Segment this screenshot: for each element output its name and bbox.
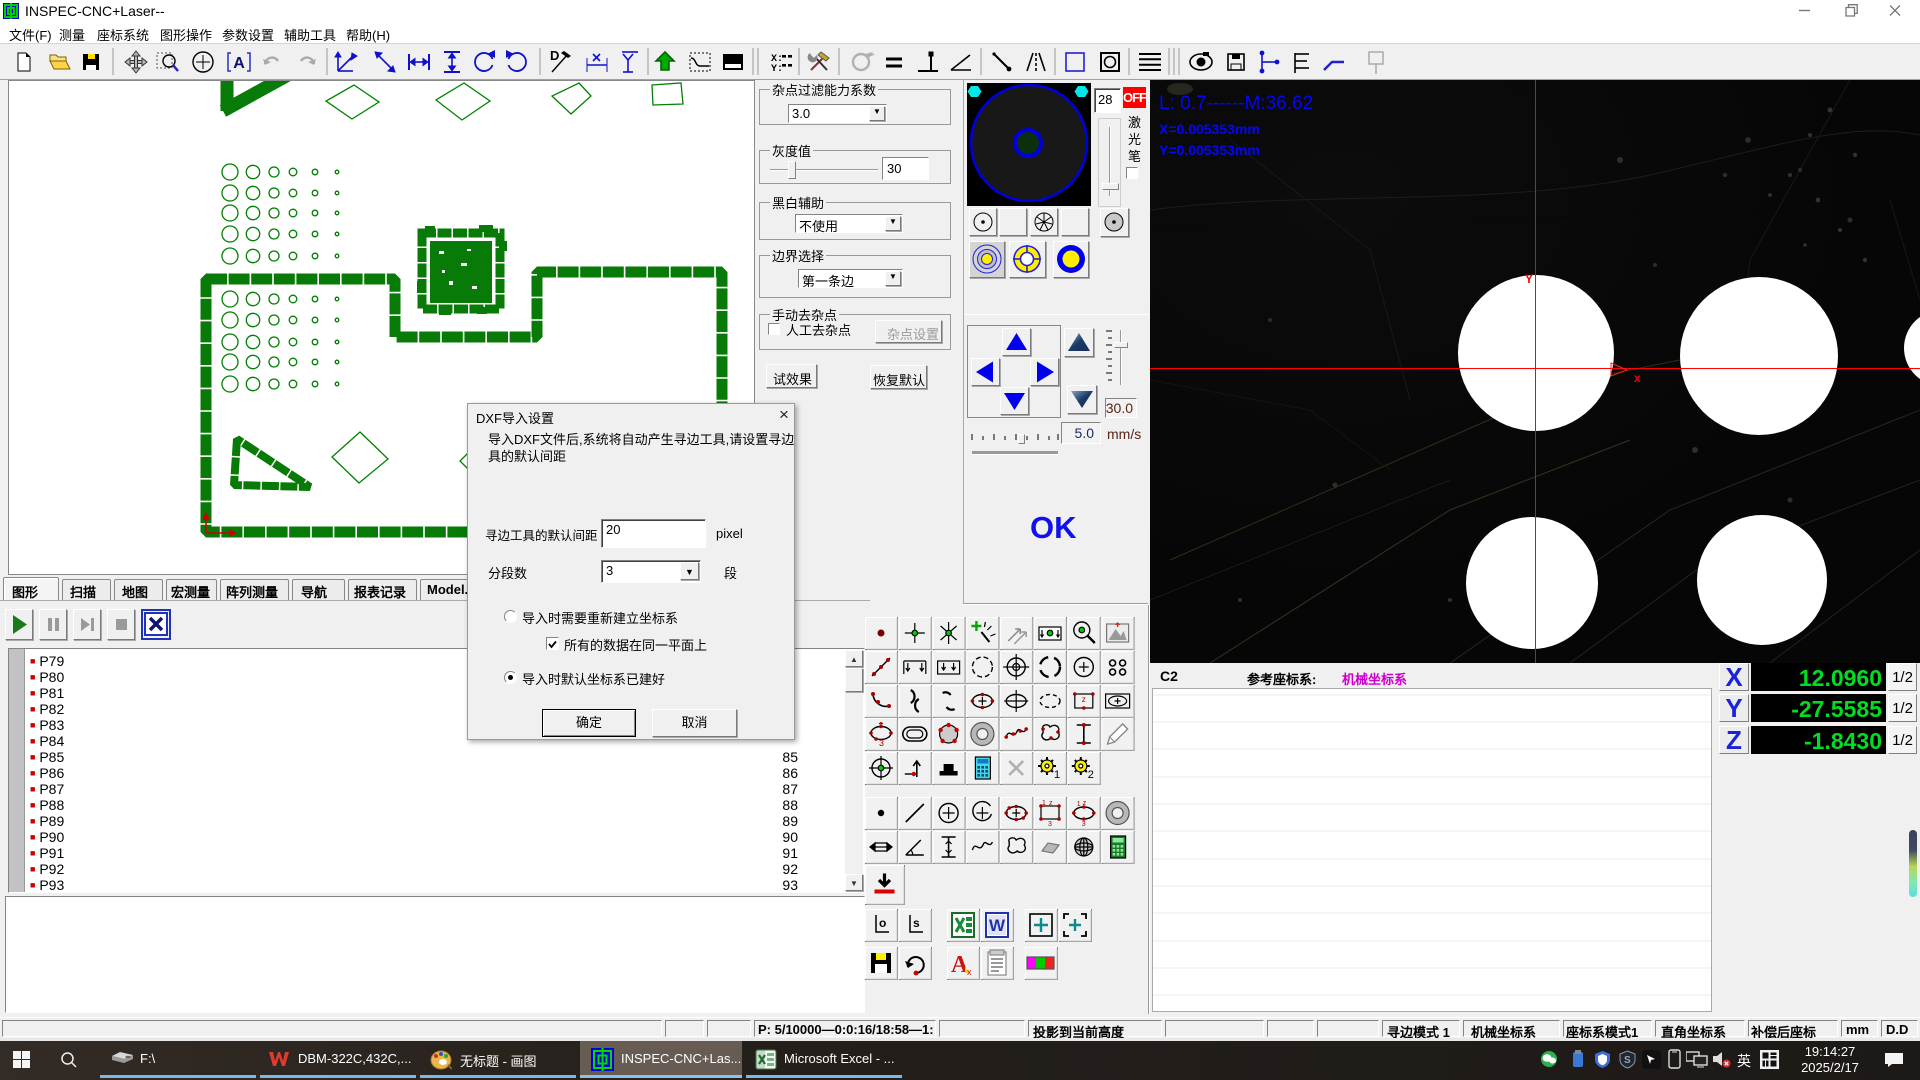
svg-text:3: 3 [1048, 821, 1052, 828]
svg-text:W: W [989, 916, 1006, 935]
svg-text:z: z [1049, 800, 1053, 807]
svg-text:1: 1 [1054, 769, 1060, 781]
svg-text:L: 0.7------M:36.62: L: 0.7------M:36.62 [1159, 93, 1313, 114]
svg-text:Y:: Y: [771, 64, 783, 75]
svg-text:A: A [233, 55, 245, 72]
svg-text:x: x [1634, 371, 1641, 385]
svg-text:Y=0.005353mm: Y=0.005353mm [1159, 142, 1260, 158]
svg-text:S: S [1624, 1055, 1631, 1066]
svg-text:X=0.005353mm: X=0.005353mm [1159, 121, 1260, 137]
svg-text:z: z [1083, 800, 1087, 807]
svg-text:3: 3 [1082, 821, 1086, 828]
svg-text:x: x [967, 967, 972, 977]
svg-text:1: 1 [1077, 801, 1081, 808]
svg-text:2: 2 [1088, 769, 1094, 781]
svg-text:o: o [879, 916, 886, 930]
svg-text:1: 1 [1042, 800, 1046, 807]
svg-text:z: z [1082, 695, 1086, 704]
svg-text:s: s [913, 916, 920, 930]
svg-text:Y: Y [1525, 272, 1533, 286]
svg-text:D: D [550, 48, 559, 63]
svg-text:3: 3 [879, 738, 884, 748]
